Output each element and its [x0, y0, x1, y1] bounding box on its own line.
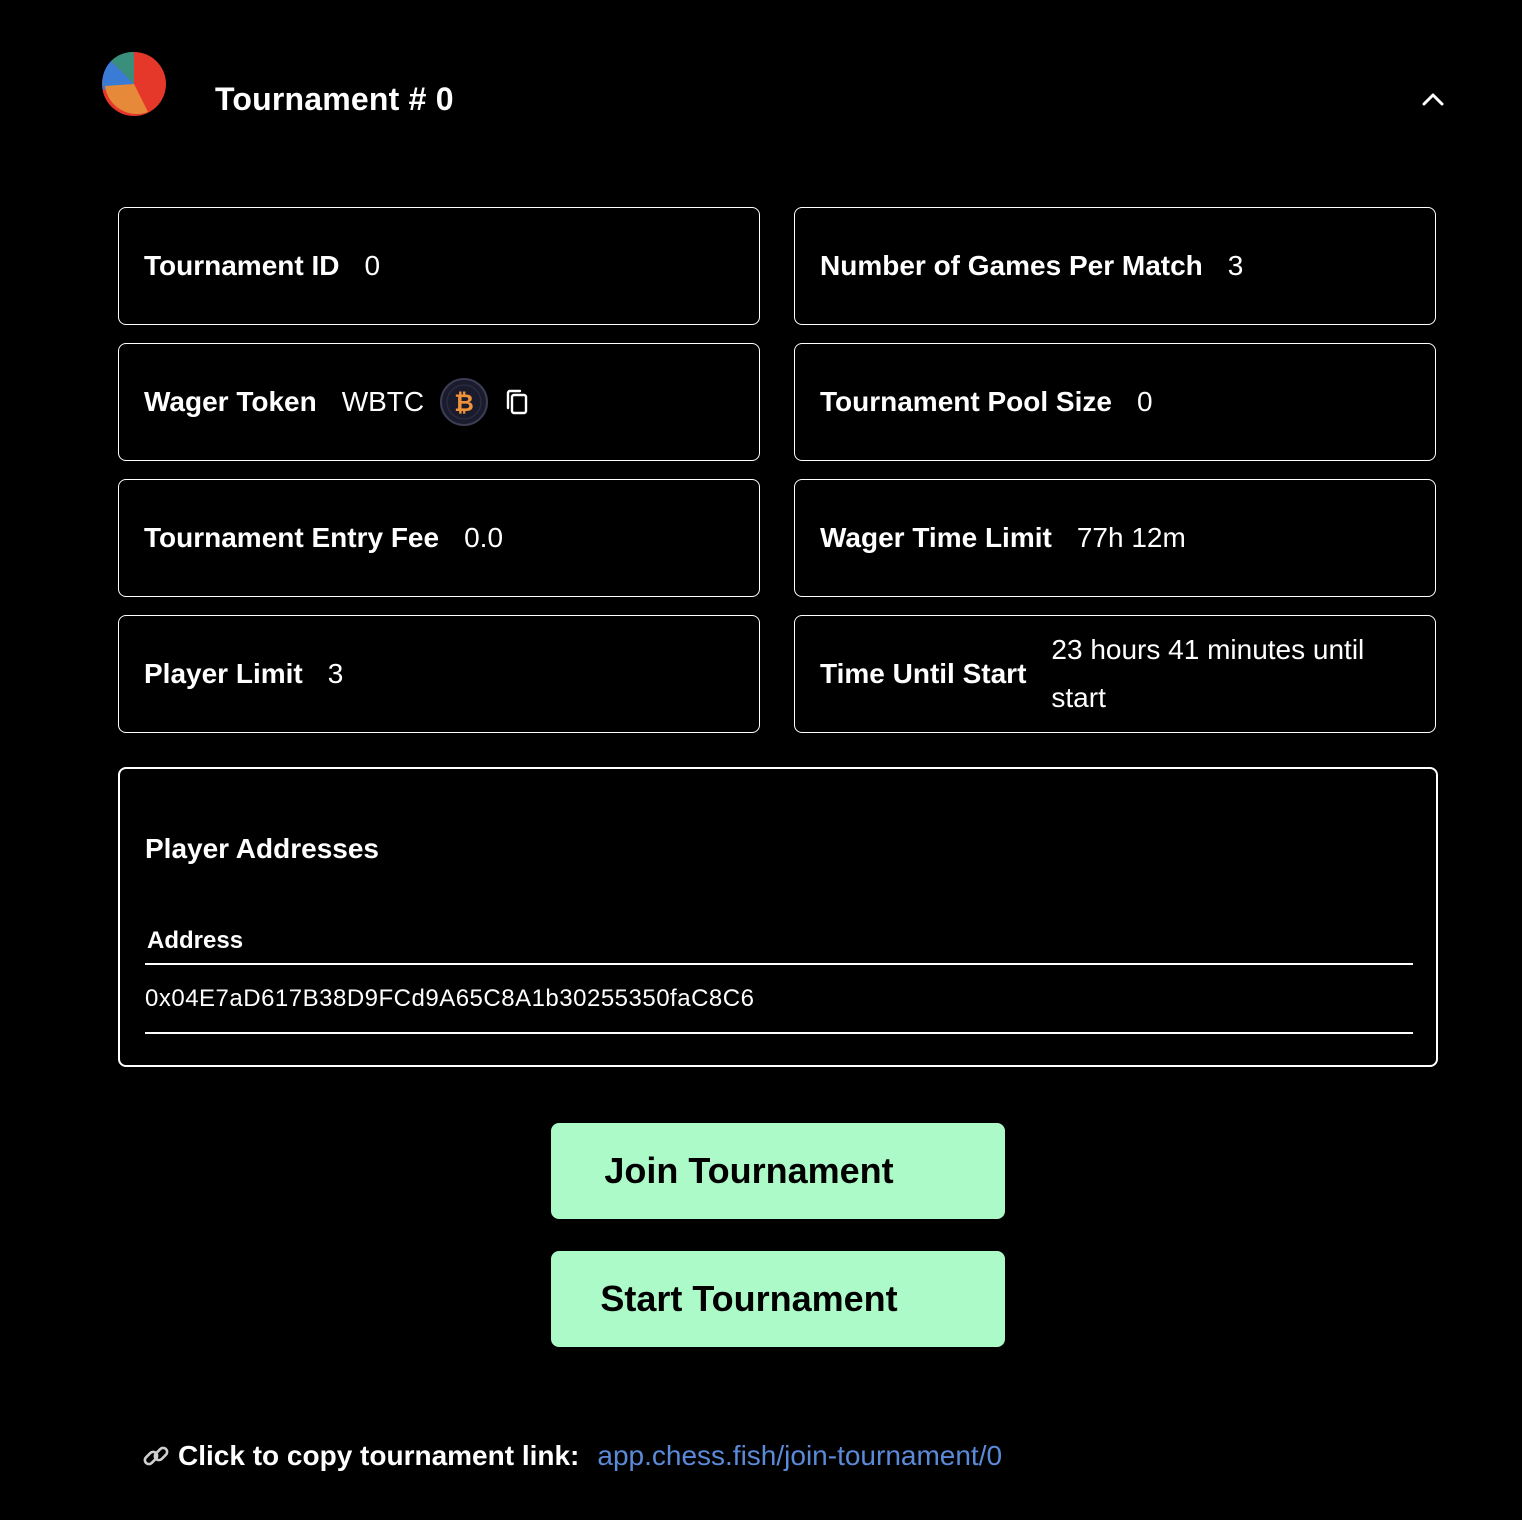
wager-time-limit-label: Wager Time Limit — [820, 522, 1052, 553]
games-per-match-value: 3 — [1227, 250, 1244, 281]
pool-size-value: 0 — [1136, 386, 1153, 417]
pool-size-card: Tournament Pool Size 0 — [794, 343, 1436, 461]
wager-token-value-group: WBTC ₿ — [342, 378, 530, 426]
wager-token-label: Wager Token — [144, 386, 317, 417]
player-limit-value: 3 — [327, 658, 344, 689]
time-until-start-value: 23 hours 41 minutes until start — [1051, 634, 1365, 713]
table-row: 0x04E7aD617B38D9FCd9A65C8A1b30255350faC8… — [145, 964, 1413, 1034]
svg-text:₿: ₿ — [454, 389, 474, 417]
tournament-link[interactable]: app.chess.fish/join-tournament/0 — [597, 1440, 1002, 1472]
bitcoin-icon: ₿ — [440, 378, 489, 426]
wager-time-limit-card: Wager Time Limit 77h 12m — [794, 479, 1436, 597]
address-column-header: Address — [145, 921, 1413, 965]
tournament-id-value: 0 — [364, 250, 381, 281]
table-header-row: Address — [145, 921, 1413, 965]
pool-size-label: Tournament Pool Size — [820, 386, 1112, 417]
copy-link-label[interactable]: Click to copy tournament link: — [178, 1440, 579, 1472]
wager-token-value: WBTC — [341, 386, 425, 417]
join-tournament-button[interactable]: Join Tournament — [551, 1123, 1005, 1219]
tournament-id-card: Tournament ID 0 — [118, 207, 760, 325]
copy-link-footer: Click to copy tournament link: app.chess… — [142, 1440, 1002, 1472]
entry-fee-label: Tournament Entry Fee — [144, 522, 440, 553]
start-tournament-button[interactable]: Start Tournament — [551, 1251, 1005, 1347]
player-addresses-title: Player Addresses — [145, 833, 379, 864]
player-limit-card: Player Limit 3 — [118, 615, 760, 733]
player-address[interactable]: 0x04E7aD617B38D9FCd9A65C8A1b30255350faC8… — [145, 964, 1413, 1034]
entry-fee-card: Tournament Entry Fee 0.0 — [118, 479, 760, 597]
link-icon — [143, 1446, 169, 1466]
entry-fee-value: 0.0 — [464, 522, 504, 553]
player-addresses-table: Address 0x04E7aD617B38D9FCd9A65C8A1b3025… — [145, 921, 1413, 1034]
time-until-start-card: Time Until Start 23 hours 41 minutes unt… — [794, 615, 1436, 733]
avatar — [102, 52, 166, 116]
wager-time-limit-value: 77h 12m — [1076, 522, 1186, 553]
copy-icon[interactable] — [504, 388, 530, 416]
games-per-match-label: Number of Games Per Match — [820, 250, 1203, 281]
wager-token-card: Wager Token WBTC ₿ — [118, 343, 760, 461]
join-tournament-label: Join Tournament — [604, 1150, 894, 1191]
player-addresses-panel: Player Addresses Address 0x04E7aD617B38D… — [118, 767, 1438, 1067]
page-title: Tournament # 0 — [215, 81, 454, 117]
games-per-match-card: Number of Games Per Match 3 — [794, 207, 1436, 325]
start-tournament-label: Start Tournament — [600, 1278, 898, 1319]
player-limit-label: Player Limit — [144, 658, 303, 689]
time-until-start-label: Time Until Start — [820, 658, 1027, 689]
chevron-up-icon[interactable] — [1418, 88, 1448, 112]
tournament-id-label: Tournament ID — [144, 250, 340, 281]
tournament-header: Tournament # 0 — [102, 52, 1446, 144]
